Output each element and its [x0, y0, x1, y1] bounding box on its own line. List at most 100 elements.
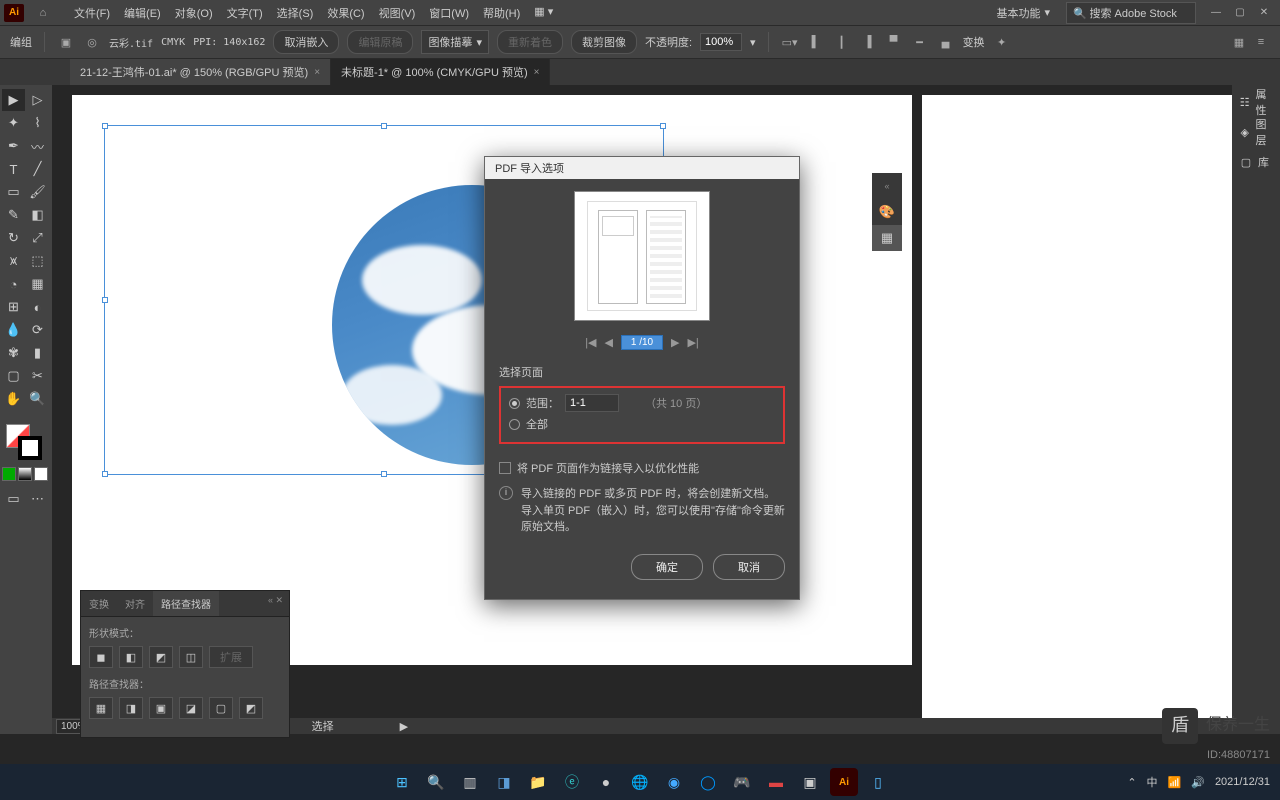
align-top-icon[interactable]: ▀ [885, 33, 903, 51]
hand-tool[interactable]: ✋ [2, 388, 25, 410]
align-tab[interactable]: 对齐 [117, 591, 153, 616]
transform-tab[interactable]: 变换 [81, 591, 117, 616]
fill-stroke-widget[interactable] [2, 424, 50, 462]
maximize-button[interactable]: ▢ [1228, 4, 1252, 22]
trim-button[interactable]: ◨ [119, 697, 143, 719]
screen-mode-tool[interactable]: ▭ [2, 488, 25, 510]
divide-button[interactable]: ▦ [89, 697, 113, 719]
clock[interactable]: 2021/12/31 [1215, 776, 1270, 788]
magic-wand-tool[interactable]: ✦ [2, 112, 25, 134]
width-tool[interactable]: ⩙ [2, 250, 25, 272]
artboard-tool[interactable]: ▢ [2, 365, 25, 387]
type-tool[interactable]: T [2, 158, 25, 180]
image-trace-dropdown[interactable]: 图像描摹 ▾ [421, 30, 489, 54]
exclude-button[interactable]: ◫ [179, 646, 203, 668]
mesh-tool[interactable]: ⊞ [2, 296, 25, 318]
menu-arrange-icon[interactable]: ▦ ▾ [528, 1, 559, 25]
page-input[interactable]: 1 /10 [621, 335, 663, 350]
swatches-panel-icon[interactable]: ▦ [872, 225, 902, 251]
floating-panel-group[interactable]: « 🎨 ▦ [872, 173, 902, 251]
next-page-button[interactable]: ▶ [671, 336, 679, 349]
align-center-icon[interactable]: ┃ [833, 33, 851, 51]
app-icon[interactable]: ● [592, 768, 620, 796]
menu-select[interactable]: 选择(S) [271, 1, 320, 25]
align-middle-icon[interactable]: ━ [911, 33, 929, 51]
none-swatch[interactable] [34, 467, 48, 481]
slice-tool[interactable]: ✂ [26, 365, 49, 387]
edge-icon[interactable]: ⓔ [558, 768, 586, 796]
search-stock-input[interactable]: 🔍 搜索 Adobe Stock [1066, 2, 1196, 24]
crop-button[interactable]: 裁剪图像 [571, 30, 637, 54]
status-play-icon[interactable]: ▶ [400, 720, 408, 733]
menu-type[interactable]: 文字(T) [221, 1, 269, 25]
illustrator-taskbar-icon[interactable]: Ai [830, 768, 858, 796]
home-button[interactable]: ⌂ [28, 3, 58, 23]
cancel-button[interactable]: 取消 [713, 554, 785, 580]
wifi-icon[interactable]: 📶 [1168, 776, 1182, 789]
menu-object[interactable]: 对象(O) [169, 1, 219, 25]
workspace-switcher[interactable]: 基本功能 ▾ [988, 3, 1058, 23]
merge-button[interactable]: ▣ [149, 697, 173, 719]
transform-icon[interactable]: ✦ [993, 33, 1011, 51]
menu-effect[interactable]: 效果(C) [321, 1, 370, 25]
free-transform-tool[interactable]: ⬚ [26, 250, 49, 272]
align-left-icon[interactable]: ▌ [807, 33, 825, 51]
blend-tool[interactable]: ⟳ [26, 319, 49, 341]
tab-close-icon[interactable]: × [314, 67, 320, 78]
menu-help[interactable]: 帮助(H) [477, 1, 526, 25]
panel-toggle-icon[interactable]: « [872, 173, 902, 199]
pathfinder-tab[interactable]: 路径查找器 [153, 591, 219, 616]
volume-icon[interactable]: 🔊 [1191, 776, 1205, 789]
minus-front-button[interactable]: ◧ [119, 646, 143, 668]
menu-view[interactable]: 视图(V) [373, 1, 422, 25]
menu-file[interactable]: 文件(F) [68, 1, 116, 25]
paintbrush-tool[interactable]: 🖌 [26, 181, 49, 203]
ok-button[interactable]: 确定 [631, 554, 703, 580]
pen-tool[interactable]: ✒ [2, 135, 25, 157]
panel-collapse-icon[interactable]: « ✕ [262, 591, 289, 616]
zoom-tool[interactable]: 🔍 [26, 388, 49, 410]
align-bottom-icon[interactable]: ▄ [937, 33, 955, 51]
shaper-tool[interactable]: ✎ [2, 204, 25, 226]
app-icon[interactable]: ▬ [762, 768, 790, 796]
unite-button[interactable]: ◼ [89, 646, 113, 668]
selection-tool[interactable]: ▶ [2, 89, 25, 111]
stroke-color[interactable] [18, 436, 42, 460]
explorer-icon[interactable]: 📁 [524, 768, 552, 796]
embed-icon[interactable]: ▣ [57, 33, 75, 51]
color-swatch[interactable] [2, 467, 16, 481]
tray-chevron-icon[interactable]: ⌃ [1127, 776, 1136, 789]
properties-panel-button[interactable]: ☷属性 [1232, 87, 1280, 117]
search-taskbar-icon[interactable]: 🔍 [422, 768, 450, 796]
color-panel-icon[interactable]: 🎨 [872, 199, 902, 225]
link-icon[interactable]: ◎ [83, 33, 101, 51]
app-icon[interactable]: ▯ [864, 768, 892, 796]
last-page-button[interactable]: ▶| [687, 336, 698, 349]
options-icon[interactable]: ≡ [1252, 33, 1270, 51]
ime-indicator[interactable]: 中 [1147, 774, 1158, 790]
tab-close-icon[interactable]: × [534, 67, 540, 78]
align-right-icon[interactable]: ▐ [859, 33, 877, 51]
minus-back-button[interactable]: ◩ [239, 697, 263, 719]
document-tab[interactable]: 未标题-1* @ 100% (CMYK/GPU 预览)× [331, 59, 550, 85]
first-page-button[interactable]: |◀ [585, 336, 596, 349]
eyedropper-tool[interactable]: 💧 [2, 319, 25, 341]
curvature-tool[interactable]: 〰 [26, 135, 49, 157]
pathfinder-panel[interactable]: 变换 对齐 路径查找器 « ✕ 形状模式： ◼ ◧ ◩ ◫ 扩展 路径查找器： … [80, 590, 290, 738]
shape-builder-tool[interactable]: ◔ [2, 273, 25, 295]
range-radio[interactable] [509, 398, 520, 409]
app-icon[interactable]: ◉ [660, 768, 688, 796]
gradient-tool[interactable]: ◐ [26, 296, 49, 318]
align-icon[interactable]: ▭▾ [781, 33, 799, 51]
widgets-icon[interactable]: ◨ [490, 768, 518, 796]
task-view-icon[interactable]: ▥ [456, 768, 484, 796]
range-input[interactable] [565, 394, 619, 412]
isolate-icon[interactable]: ▦ [1230, 33, 1248, 51]
rectangle-tool[interactable]: ▭ [2, 181, 25, 203]
all-radio[interactable] [509, 419, 520, 430]
chevron-down-icon[interactable]: ▾ [750, 36, 756, 49]
start-button[interactable]: ⊞ [388, 768, 416, 796]
gradient-swatch[interactable] [18, 467, 32, 481]
document-tab[interactable]: 21-12-王鸿伟-01.ai* @ 150% (RGB/GPU 预览)× [70, 59, 331, 85]
edit-toolbar[interactable]: ⋯ [26, 488, 49, 510]
